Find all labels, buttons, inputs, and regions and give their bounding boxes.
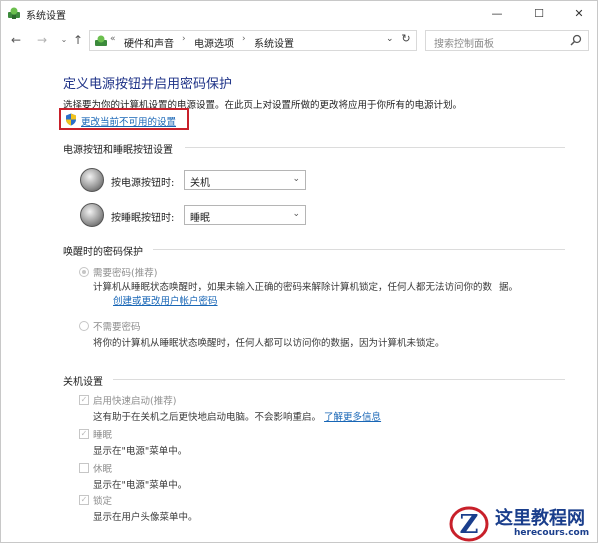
page-title: 定义电源按钮并启用密码保护 — [63, 77, 233, 92]
shutdown-group-title: 关机设置 — [63, 377, 103, 388]
hibernate-checkbox[interactable] — [79, 463, 89, 473]
watermark-text: 这里教程网 — [495, 508, 585, 529]
overflow-chevron-icon[interactable]: « — [110, 34, 116, 44]
create-change-password-link[interactable]: 创建或更改用户帐户密码 — [113, 293, 218, 307]
hibernate-label: 休眠 — [93, 464, 113, 475]
require-password-description: 计算机从睡眠状态唤醒时，如果未输入正确的密码来解除计算机锁定，任何人都无法访问你… — [93, 282, 493, 293]
breadcrumb-hardware-sound[interactable]: 硬件和声音 — [124, 35, 174, 50]
breadcrumb-system-settings[interactable]: 系统设置 — [254, 35, 294, 50]
power-button-action-select[interactable]: 关机 ⌄ — [184, 170, 306, 190]
sleep-button-action-select[interactable]: 睡眠 ⌄ — [184, 205, 306, 225]
watermark-url: herecours.com — [514, 528, 590, 538]
sleep-button-icon — [80, 203, 104, 227]
power-button-label: 按电源按钮时: — [111, 178, 175, 189]
wake-password-group-title: 唤醒时的密码保护 — [63, 247, 143, 258]
address-dropdown-icon[interactable]: ⌄ — [386, 34, 394, 44]
minimize-button[interactable]: — — [477, 1, 517, 25]
forward-arrow-icon[interactable]: → — [35, 32, 49, 48]
svg-text:Z: Z — [460, 510, 479, 540]
lock-label: 锁定 — [93, 496, 113, 507]
power-button-action-value: 关机 — [190, 178, 210, 189]
sleep-button-action-value: 睡眠 — [190, 213, 210, 224]
address-bar[interactable]: « 硬件和声音 › 电源选项 › 系统设置 ⌄ — [89, 30, 417, 51]
refresh-icon[interactable]: ↻ — [398, 32, 414, 48]
window-title: 系统设置 — [26, 11, 66, 22]
control-panel-icon — [95, 35, 107, 46]
group-divider — [153, 249, 565, 250]
navigation-bar: ← → ⌄ ↑ « 硬件和声音 › 电源选项 › 系统设置 ⌄ ↻ 搜索控制面板 — [1, 27, 597, 53]
learn-more-link[interactable]: 了解更多信息 — [324, 412, 381, 423]
require-password-label: 需要密码(推荐) — [93, 268, 158, 279]
power-button-icon — [80, 168, 104, 192]
group-divider — [113, 379, 565, 380]
no-password-description: 将你的计算机从睡眠状态唤醒时，任何人都可以访问你的数据，因为计算机未锁定。 — [93, 338, 445, 349]
sleep-description: 显示在"电源"菜单中。 — [93, 446, 188, 457]
sleep-checkbox[interactable]: ✓ — [79, 429, 89, 439]
sleep-button-label: 按睡眠按钮时: — [111, 213, 175, 224]
title-bar[interactable]: 系统设置 — ☐ ✕ — [1, 1, 597, 25]
maximize-button[interactable]: ☐ — [519, 1, 559, 25]
recent-locations-chevron-icon[interactable]: ⌄ — [57, 32, 71, 48]
close-button[interactable]: ✕ — [559, 1, 598, 25]
no-password-label: 不需要密码 — [93, 322, 141, 333]
hibernate-description: 显示在"电源"菜单中。 — [93, 480, 188, 491]
fast-startup-checkbox[interactable]: ✓ — [79, 395, 89, 405]
uac-shield-icon — [66, 113, 76, 126]
search-input[interactable]: 搜索控制面板 — [434, 35, 494, 50]
breadcrumb-separator-icon: › — [242, 34, 246, 44]
power-buttons-group-title: 电源按钮和睡眠按钮设置 — [63, 145, 173, 156]
fast-startup-label: 启用快速启动(推荐) — [93, 396, 177, 407]
control-panel-window: 系统设置 — ☐ ✕ ← → ⌄ ↑ « 硬件和声音 › 电源选项 › 系统设置… — [0, 0, 598, 543]
lock-checkbox[interactable]: ✓ — [79, 495, 89, 505]
no-password-radio[interactable] — [79, 321, 89, 331]
back-arrow-icon[interactable]: ← — [9, 32, 23, 48]
search-box[interactable]: 搜索控制面板 — [425, 30, 589, 51]
change-unavailable-settings-label[interactable]: 更改当前不可用的设置 — [81, 114, 176, 128]
chevron-down-icon: ⌄ — [292, 174, 300, 184]
control-panel-icon — [8, 7, 20, 19]
up-arrow-icon[interactable]: ↑ — [71, 32, 85, 48]
sleep-label: 睡眠 — [93, 430, 113, 441]
change-unavailable-settings-link[interactable]: 更改当前不可用的设置 — [59, 108, 189, 130]
watermark-logo-icon: Z — [449, 506, 489, 542]
require-password-radio[interactable] — [79, 267, 89, 277]
search-icon[interactable] — [570, 34, 582, 46]
group-divider — [185, 147, 565, 148]
lock-description: 显示在用户头像菜单中。 — [93, 512, 198, 523]
chevron-down-icon: ⌄ — [292, 209, 300, 219]
fast-startup-description: 这有助于在关机之后更快地启动电脑。不会影响重启。 了解更多信息 — [93, 412, 382, 423]
breadcrumb-separator-icon: › — [182, 34, 186, 44]
require-password-description-tail: 据。 — [499, 282, 519, 293]
breadcrumb-power-options[interactable]: 电源选项 — [194, 35, 234, 50]
